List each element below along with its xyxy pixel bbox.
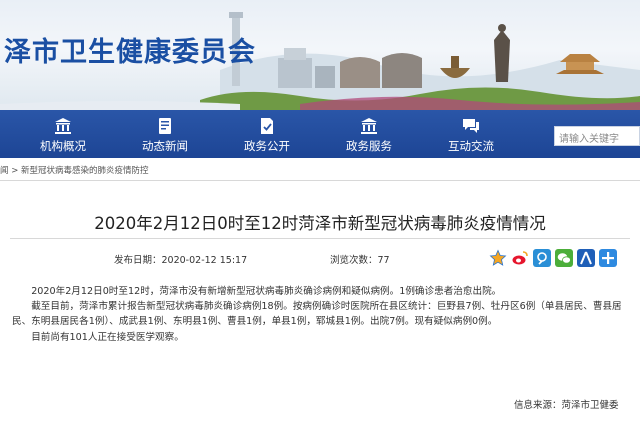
article-body: 2020年2月12日0时至12时，菏泽市没有新增新型冠状病毒肺炎确诊病例和疑似病…: [12, 284, 630, 345]
breadcrumb: 闻 > 新型冠状病毒感染的肺炎疫情防控: [0, 161, 640, 181]
nav-item-services[interactable]: 政务服务: [326, 110, 412, 158]
article-paragraph: 截至目前，菏泽市累计报告新型冠状病毒肺炎确诊病例18例。按病例确诊时医院所在县区…: [12, 301, 622, 328]
article-paragraph: 目前尚有101人正在接受医学观察。: [31, 331, 184, 343]
bank-icon: [55, 118, 71, 134]
clipboard-check-icon: [261, 118, 273, 134]
search-box: [554, 126, 640, 149]
government-building-icon: [361, 118, 377, 134]
nav-item-label: 机构概况: [40, 139, 86, 153]
title-divider: [10, 238, 630, 239]
renren-icon[interactable]: [577, 249, 595, 267]
nav-item-news[interactable]: 动态新闻: [122, 110, 208, 158]
nav-item-public-affairs[interactable]: 政务公开: [224, 110, 310, 158]
nav-item-label: 互动交流: [448, 139, 494, 153]
more-share-icon[interactable]: [599, 249, 617, 267]
breadcrumb-current[interactable]: 新型冠状病毒感染的肺炎疫情防控: [21, 166, 149, 176]
weibo-icon[interactable]: [511, 249, 529, 267]
breadcrumb-link-news[interactable]: 闻: [0, 166, 9, 176]
view-count: 浏览次数：77: [330, 255, 390, 266]
site-name: 泽市卫生健康委员会: [4, 37, 256, 68]
search-input[interactable]: [555, 130, 639, 149]
tencent-weibo-icon[interactable]: [533, 249, 551, 267]
main-navigation: 机构概况 动态新闻 政务公开 政务服务 互动交流: [0, 110, 640, 158]
document-icon: [159, 118, 171, 134]
qzone-star-icon[interactable]: [489, 249, 507, 267]
publish-date: 发布日期：2020-02-12 15:17: [114, 255, 248, 266]
breadcrumb-separator: >: [8, 166, 22, 176]
header-banner: 泽市卫生健康委员会: [0, 0, 640, 110]
article-paragraph: 2020年2月12日0时至12时，菏泽市没有新增新型冠状病毒肺炎确诊病例和疑似病…: [31, 286, 502, 297]
info-source: 信息来源：菏泽市卫健委: [514, 400, 619, 411]
wechat-icon[interactable]: [555, 249, 573, 267]
nav-item-label: 动态新闻: [142, 139, 188, 153]
nav-item-label: 政务公开: [244, 139, 290, 153]
chat-icon: [463, 119, 479, 133]
nav-item-about[interactable]: 机构概况: [20, 110, 106, 158]
article-title: 2020年2月12日0时至12时菏泽市新型冠状病毒肺炎疫情情况: [94, 214, 546, 233]
nav-item-label: 政务服务: [346, 139, 392, 153]
nav-item-interaction[interactable]: 互动交流: [428, 110, 514, 158]
